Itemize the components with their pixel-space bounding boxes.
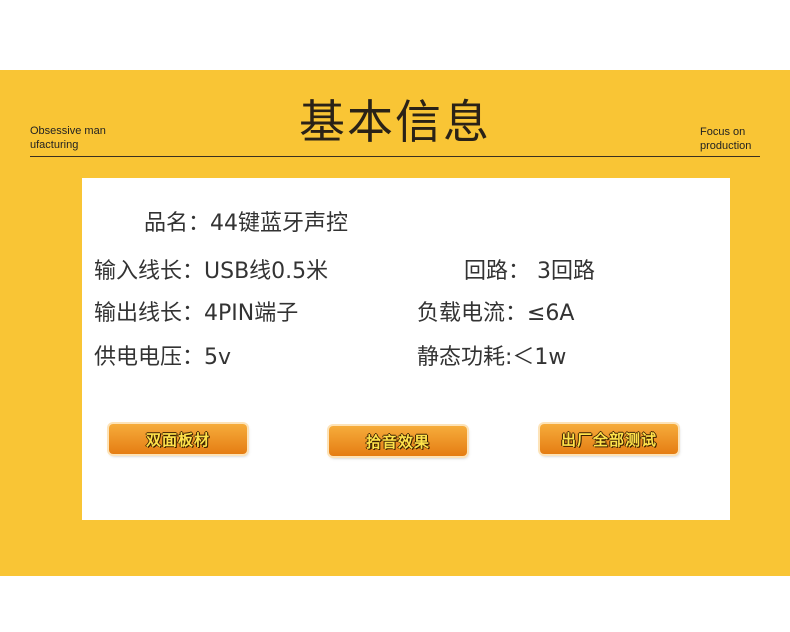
double-sided-board-button[interactable]: 双面板材 bbox=[109, 424, 247, 454]
pickup-effect-button[interactable]: 拾音效果 bbox=[329, 426, 467, 456]
spec-input-cable: 输入线长：USB线0.5米 bbox=[94, 259, 329, 284]
spec-card: 品名：44键蓝牙声控 输入线长：USB线0.5米 回路： 3回路 输出线长：4P… bbox=[82, 178, 730, 520]
spec-load-current: 负载电流：≤6A bbox=[417, 301, 575, 326]
right-tagline: Focus on production bbox=[700, 126, 752, 152]
spec-output-cable: 输出线长：4PIN端子 bbox=[94, 301, 299, 326]
spec-product-name: 品名：44键蓝牙声控 bbox=[144, 211, 348, 236]
spec-circuits: 回路： 3回路 bbox=[464, 259, 595, 284]
page-title: 基本信息 bbox=[299, 95, 491, 149]
spec-supply-voltage: 供电电压：5v bbox=[94, 345, 232, 370]
spec-static-power: 静态功耗:＜1w bbox=[417, 345, 567, 370]
factory-test-button[interactable]: 出厂全部测试 bbox=[540, 424, 678, 454]
title-divider bbox=[30, 156, 760, 157]
